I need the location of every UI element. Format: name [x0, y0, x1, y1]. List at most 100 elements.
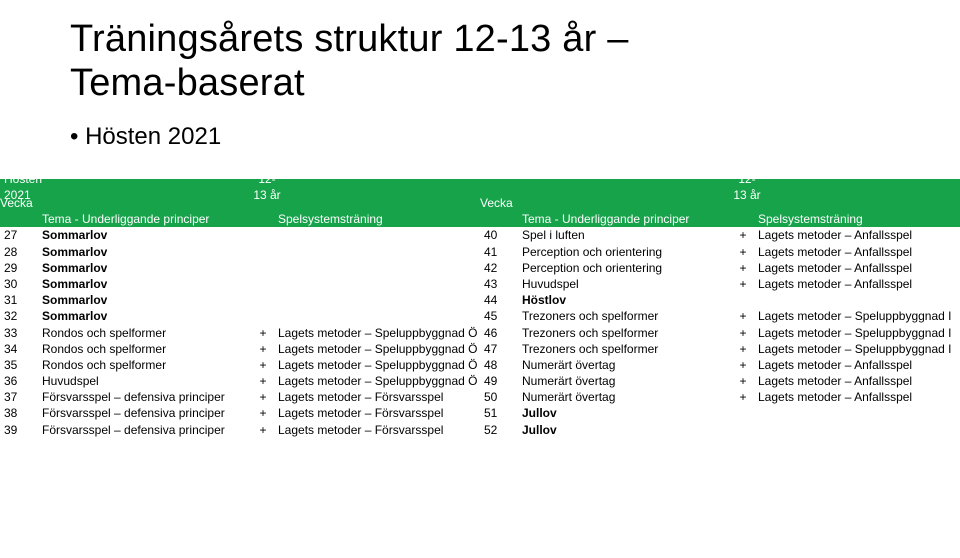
cell-plus: +	[248, 325, 278, 341]
left-header-tema: Tema - Underliggande principer	[42, 211, 248, 227]
cell-tema: Trezoners och spelformer	[522, 308, 728, 324]
table-row: 44Höstlov	[480, 292, 960, 308]
cell-tema: Rondos och spelformer	[42, 357, 248, 373]
cell-tema: Perception och orientering	[522, 244, 728, 260]
tables-container: Hösten 2021 12-13 år Vecka Tema - Underl…	[0, 179, 960, 437]
cell-spel: Lagets metoder – Anfallsspel	[758, 244, 960, 260]
cell-vecka: 43	[480, 276, 522, 292]
cell-plus	[248, 276, 278, 292]
cell-plus	[248, 292, 278, 308]
table-row: 40Spel i luften+Lagets metoder – Anfalls…	[480, 227, 960, 243]
table-right: 12-13 år Vecka Tema - Underliggande prin…	[480, 179, 960, 437]
cell-spel: Lagets metoder – Anfallsspel	[758, 389, 960, 405]
table-row: 43Huvudspel+Lagets metoder – Anfallsspel	[480, 276, 960, 292]
cell-tema: Trezoners och spelformer	[522, 325, 728, 341]
cell-tema: Sommarlov	[42, 227, 248, 243]
table-row: 42Perception och orientering+Lagets meto…	[480, 260, 960, 276]
cell-plus: +	[728, 373, 758, 389]
cell-plus: +	[728, 244, 758, 260]
cell-vecka: 27	[0, 227, 42, 243]
cell-plus: +	[728, 227, 758, 243]
cell-tema: Numerärt övertag	[522, 373, 728, 389]
cell-plus	[248, 244, 278, 260]
right-header-vecka: Vecka	[480, 195, 522, 211]
cell-plus	[728, 405, 758, 421]
table-row: 47Trezoners och spelformer+Lagets metode…	[480, 341, 960, 357]
cell-spel	[278, 227, 480, 243]
cell-spel: Lagets metoder – Anfallsspel	[758, 373, 960, 389]
cell-spel	[278, 260, 480, 276]
cell-tema: Trezoners och spelformer	[522, 341, 728, 357]
cell-tema: Försvarsspel – defensiva principer	[42, 405, 248, 421]
left-header-age: 12-13 år	[252, 171, 282, 203]
right-header-row3: Tema - Underliggande principer Spelsyste…	[480, 211, 960, 227]
cell-vecka: 31	[0, 292, 42, 308]
table-row: 27Sommarlov	[0, 227, 480, 243]
right-header-tema: Tema - Underliggande principer	[522, 211, 728, 227]
slide-title: Träningsårets struktur 12-13 år – Tema-b…	[70, 18, 960, 105]
cell-tema: Perception och orientering	[522, 260, 728, 276]
cell-vecka: 49	[480, 373, 522, 389]
cell-spel	[278, 292, 480, 308]
table-row: 35Rondos och spelformer+Lagets metoder –…	[0, 357, 480, 373]
cell-plus	[248, 260, 278, 276]
cell-tema: Huvudspel	[42, 373, 248, 389]
cell-plus: +	[248, 341, 278, 357]
cell-vecka: 34	[0, 341, 42, 357]
cell-vecka: 48	[480, 357, 522, 373]
cell-spel	[758, 422, 960, 438]
cell-vecka: 37	[0, 389, 42, 405]
cell-tema: Försvarsspel – defensiva principer	[42, 422, 248, 438]
left-header-row1: Hösten 2021 12-13 år	[0, 179, 480, 195]
cell-spel: Lagets metoder – Speluppbyggnad Ö	[278, 325, 480, 341]
table-row: 28Sommarlov	[0, 244, 480, 260]
cell-vecka: 46	[480, 325, 522, 341]
cell-vecka: 38	[0, 405, 42, 421]
table-row: 50Numerärt övertag+Lagets metoder – Anfa…	[480, 389, 960, 405]
table-row: 45Trezoners och spelformer+Lagets metode…	[480, 308, 960, 324]
cell-vecka: 28	[0, 244, 42, 260]
cell-vecka: 45	[480, 308, 522, 324]
cell-spel: Lagets metoder – Försvarsspel	[278, 422, 480, 438]
table-row: 30Sommarlov	[0, 276, 480, 292]
cell-plus: +	[248, 422, 278, 438]
right-header-row2: Vecka	[480, 195, 960, 211]
cell-vecka: 36	[0, 373, 42, 389]
table-row: 37Försvarsspel – defensiva principer+Lag…	[0, 389, 480, 405]
table-row: 29Sommarlov	[0, 260, 480, 276]
cell-vecka: 30	[0, 276, 42, 292]
cell-vecka: 50	[480, 389, 522, 405]
cell-spel: Lagets metoder – Anfallsspel	[758, 276, 960, 292]
cell-spel	[758, 405, 960, 421]
bullet-line: Hösten 2021	[70, 123, 960, 151]
cell-spel	[278, 244, 480, 260]
cell-plus: +	[728, 341, 758, 357]
table-row: 31Sommarlov	[0, 292, 480, 308]
cell-tema: Jullov	[522, 422, 728, 438]
cell-spel	[278, 308, 480, 324]
table-row: 32Sommarlov	[0, 308, 480, 324]
cell-vecka: 33	[0, 325, 42, 341]
cell-tema: Rondos och spelformer	[42, 325, 248, 341]
cell-vecka: 39	[0, 422, 42, 438]
cell-tema: Höstlov	[522, 292, 728, 308]
title-line1: Träningsårets struktur 12-13 år –	[70, 18, 629, 60]
cell-spel: Lagets metoder – Anfallsspel	[758, 227, 960, 243]
cell-spel: Lagets metoder – Speluppbyggnad Ö	[278, 373, 480, 389]
cell-vecka: 42	[480, 260, 522, 276]
left-header-vecka: Vecka	[0, 195, 42, 211]
table-row: 41Perception och orientering+Lagets meto…	[480, 244, 960, 260]
cell-tema: Jullov	[522, 405, 728, 421]
cell-vecka: 29	[0, 260, 42, 276]
table-row: 49Numerärt övertag+Lagets metoder – Anfa…	[480, 373, 960, 389]
cell-spel	[758, 292, 960, 308]
table-row: 51Jullov	[480, 405, 960, 421]
title-line2: Tema-baserat	[70, 62, 305, 104]
cell-tema: Sommarlov	[42, 260, 248, 276]
cell-vecka: 32	[0, 308, 42, 324]
cell-spel: Lagets metoder – Speluppbyggnad Ö	[278, 341, 480, 357]
cell-vecka: 40	[480, 227, 522, 243]
right-header-age: 12-13 år	[732, 171, 762, 203]
cell-spel: Lagets metoder – Försvarsspel	[278, 389, 480, 405]
cell-tema: Sommarlov	[42, 308, 248, 324]
